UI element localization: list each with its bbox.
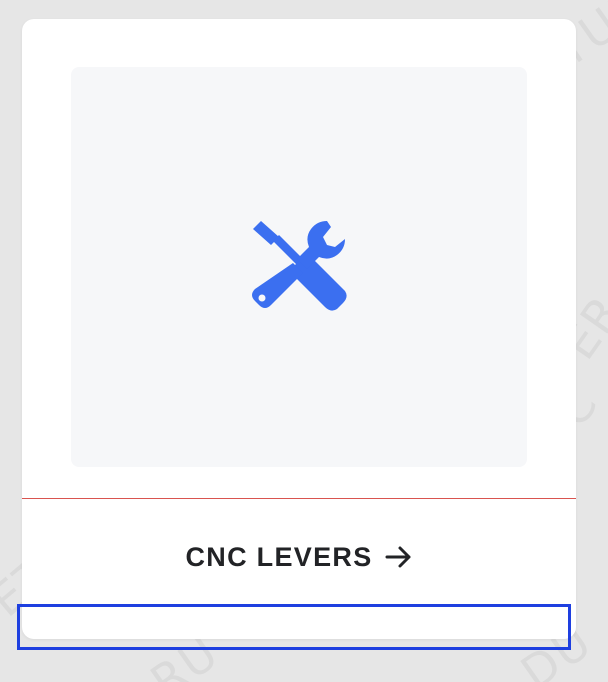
focus-outline[interactable]	[17, 604, 571, 650]
category-card[interactable]: CNC LEVERS	[22, 19, 576, 639]
cnc-levers-link[interactable]: CNC LEVERS	[22, 537, 576, 577]
card-divider	[22, 498, 576, 499]
tools-icon	[252, 221, 347, 311]
card-image-panel	[71, 67, 527, 467]
cta-label: CNC LEVERS	[185, 541, 373, 572]
arrow-right-icon	[385, 546, 411, 568]
